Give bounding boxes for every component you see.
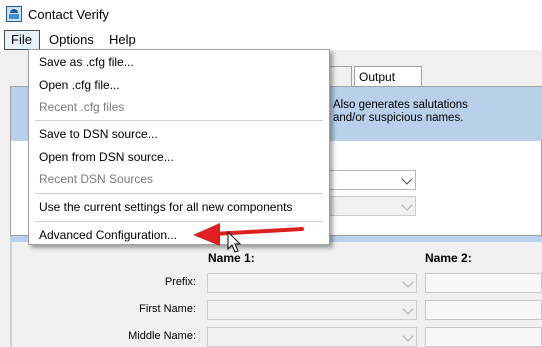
- annotation-overlay: [193, 223, 304, 253]
- red-arrow-annotation: [193, 223, 304, 246]
- mouse-cursor-icon: [227, 230, 242, 253]
